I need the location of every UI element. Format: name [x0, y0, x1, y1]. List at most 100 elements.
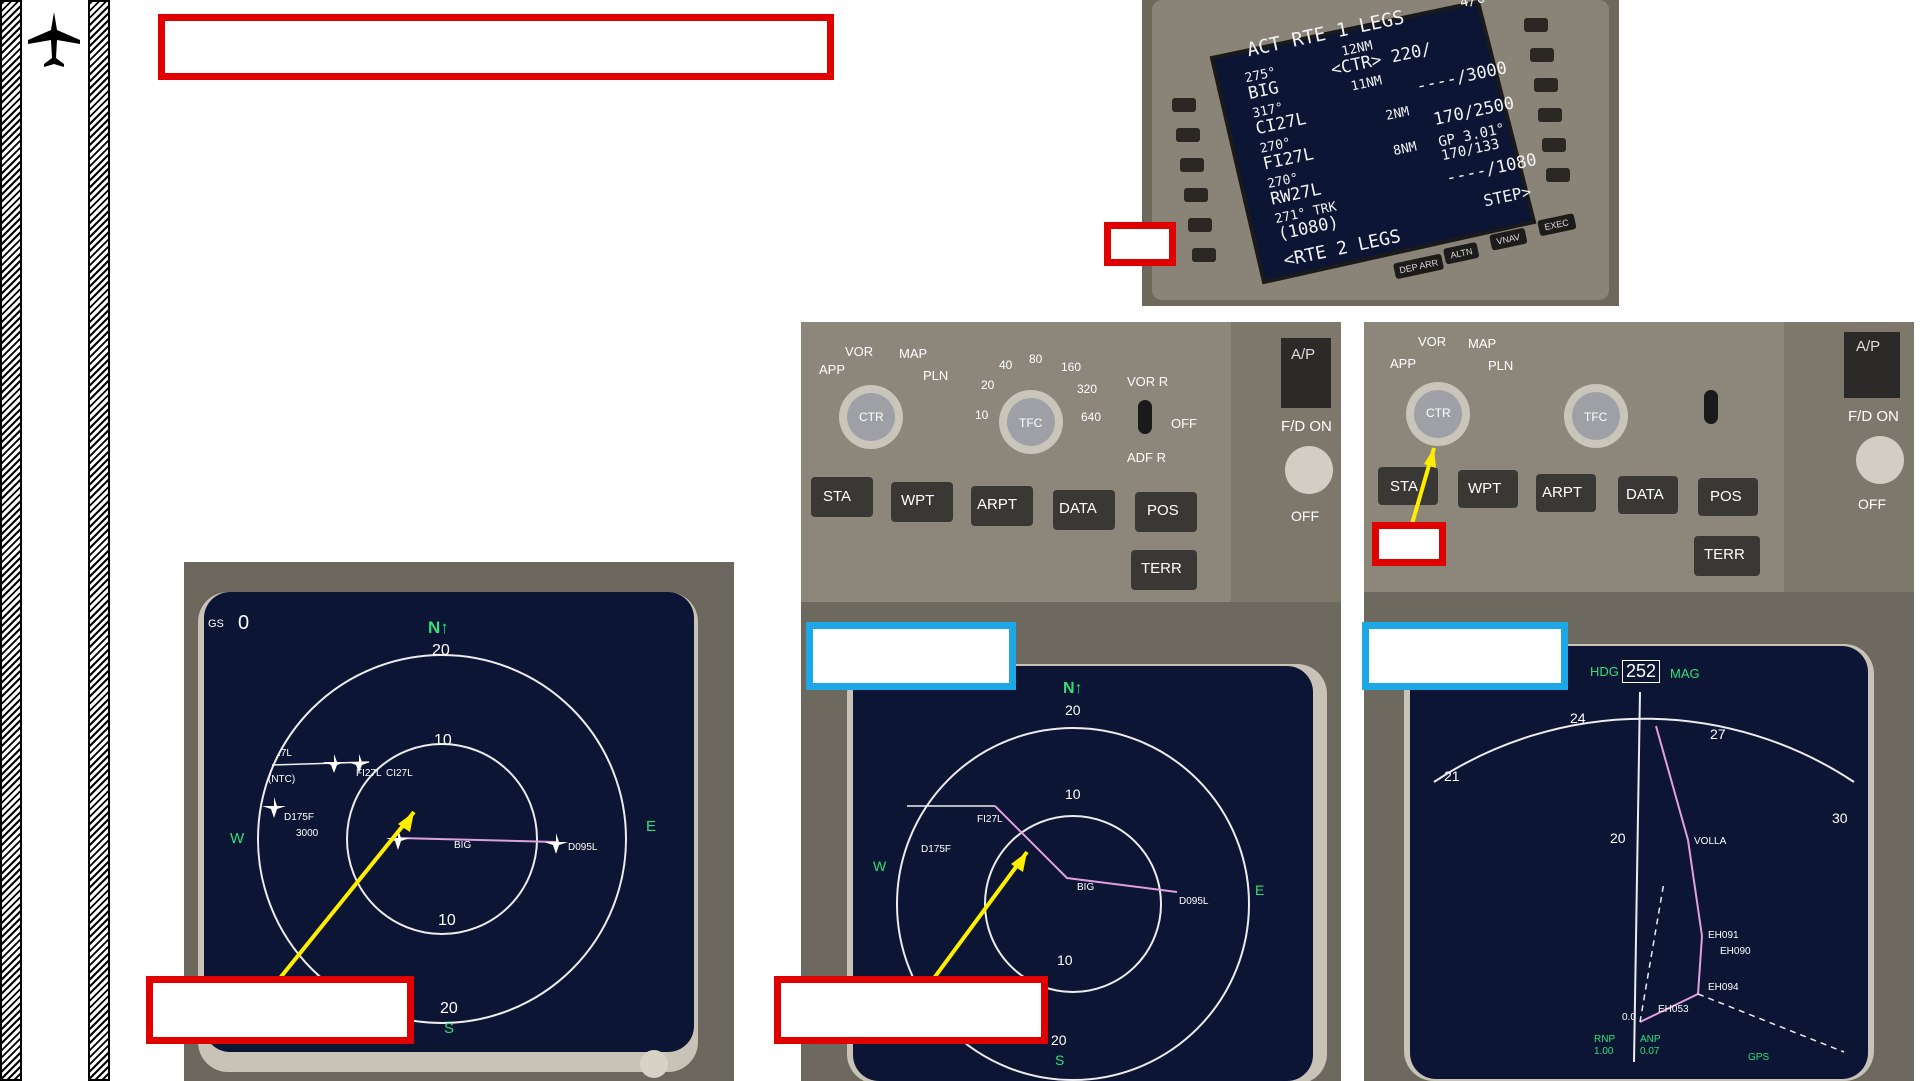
efis-range-10: 10	[975, 408, 989, 422]
nd-plan-wpt-alt: 3000	[296, 828, 319, 839]
efis-data-button[interactable]: DATA	[1059, 500, 1097, 517]
efis-ap-label: A/P	[1291, 346, 1316, 363]
cdu-leg-2-constraint: ----/3000	[1414, 58, 1509, 97]
nd-map-mag-label: MAG	[1670, 666, 1700, 681]
efis-arpt-button[interactable]: ARPT	[977, 496, 1017, 513]
cdu-leg-1-ident: BIG	[1246, 78, 1281, 104]
nd-plan2-east: E	[1255, 882, 1265, 898]
map-efis-mode-knob[interactable]: CTR	[1426, 406, 1451, 420]
efis-range-40: 40	[999, 358, 1013, 372]
nd-plan2-wpt-d175f: D175F	[921, 844, 952, 855]
efis-pos-button[interactable]: POS	[1147, 502, 1179, 519]
nd-plan2-west: W	[873, 858, 887, 874]
efis-map-photo: APP VOR MAP PLN CTR TFC STA WPT ARPT DAT…	[1364, 322, 1914, 1081]
nd-plan-wpt-d095l: D095L	[568, 842, 598, 853]
nd-map-tick-27: 27	[1710, 726, 1726, 742]
map-efis-arpt-button[interactable]: ARPT	[1542, 484, 1582, 501]
nd-plan2-south: S	[1055, 1052, 1065, 1068]
nd-map-anp-label: ANP	[1640, 1034, 1661, 1045]
efis-map-blue-callout	[1362, 622, 1568, 690]
nd-map-anp-value: 0.07	[1640, 1046, 1660, 1057]
nd-map-rnp-label: RNP	[1594, 1034, 1616, 1045]
nd-plan-west: W	[230, 830, 245, 847]
nd-plan-wpt-fi27l: FI27L	[356, 768, 382, 779]
map-efis-mode-vor: VOR	[1418, 334, 1447, 349]
map-efis-pos-button[interactable]: POS	[1710, 488, 1742, 505]
nd-map-range: 20	[1610, 830, 1626, 846]
nd-map-hdg-value: 252	[1622, 660, 1661, 683]
efis-plan-blue-callout	[806, 622, 1016, 690]
efis-range-knob[interactable]: TFC	[1019, 416, 1042, 430]
efis-mode-vor: VOR	[845, 344, 874, 359]
efis-range-20: 20	[981, 378, 995, 392]
efis-mode-map: MAP	[899, 346, 928, 361]
map-efis-range-knob[interactable]: TFC	[1584, 410, 1607, 424]
nd-map-wpt-eh090: EH090	[1720, 946, 1751, 957]
nd-plan-ring-top-20: 20	[432, 642, 450, 659]
cdu-key-vnav[interactable]: VNAV	[1489, 227, 1528, 251]
nd-map-gps-label: GPS	[1748, 1052, 1770, 1063]
efis-plan-red-callout	[774, 976, 1048, 1044]
cdu-leg-4-dist: 8NM	[1391, 139, 1419, 160]
efis-adf-r-label: ADF R	[1127, 450, 1166, 465]
map-efis-mode-pln: PLN	[1488, 358, 1514, 373]
airplane-icon	[26, 10, 82, 70]
map-efis-fd-off-label: OFF	[1858, 496, 1886, 512]
nd-map-tick-21: 21	[1444, 768, 1460, 784]
nd-plan2-ring-top-10: 10	[1065, 786, 1081, 802]
efis-fd-label: F/D ON	[1281, 418, 1332, 435]
nd-plan-ring-bottom-20: 20	[440, 1000, 458, 1017]
cdu-leg-2-dist: 11NM	[1349, 73, 1384, 95]
nd-plan-wpt-ci27l: CI27L	[386, 768, 413, 779]
efis-fd-off-label: OFF	[1291, 508, 1319, 524]
nd-map-dist: 0.0	[1622, 1012, 1636, 1023]
nd-plan-wpt-big: BIG	[454, 840, 472, 851]
efis-mode-knob[interactable]: CTR	[859, 410, 884, 424]
nd-map-tick-24: 24	[1570, 710, 1586, 726]
nd-plan2-ring-bottom-10: 10	[1057, 952, 1073, 968]
nd-plan-north: N↑	[428, 618, 449, 637]
nd-plan-ring-top-10: 10	[434, 732, 452, 749]
efis-plan-photo: APP VOR MAP PLN CTR 10 20 40 80 160 320 …	[801, 322, 1341, 1081]
title-callout	[158, 14, 834, 80]
nd-plan-east: E	[646, 818, 657, 835]
efis-range-640: 640	[1081, 410, 1102, 424]
nd-plan2-north: N↑	[1063, 680, 1083, 697]
map-efis-wpt-button[interactable]: WPT	[1468, 480, 1501, 497]
map-efis-mode-app: APP	[1390, 356, 1417, 371]
nd-plan2-wpt-big: BIG	[1077, 882, 1095, 893]
nd-map-tick-30: 30	[1832, 810, 1848, 826]
efis-map-red-callout	[1372, 522, 1446, 566]
efis-sta-button[interactable]: STA	[823, 488, 851, 505]
nd-plan2-ring-top-20: 20	[1065, 702, 1081, 718]
nd-plan2-ring-bottom-20: 20	[1051, 1032, 1067, 1048]
left-rail-stripe	[0, 0, 22, 1081]
map-efis-ap-label: A/P	[1856, 338, 1881, 355]
cdu-step-prompt[interactable]: STEP>	[1482, 182, 1533, 211]
efis-mode-pln: PLN	[923, 368, 949, 383]
map-efis-data-button[interactable]: DATA	[1626, 486, 1664, 503]
nd-map-hdg-label: HDG	[1590, 664, 1619, 679]
map-efis-fd-label: F/D ON	[1848, 408, 1899, 425]
cdu-key-dep-arr[interactable]: DEP ARR	[1392, 253, 1445, 280]
nd-plan-callout	[146, 976, 414, 1044]
right-rail-stripe	[88, 0, 110, 1081]
nd-plan-label-ntc: (NTC)	[268, 774, 296, 785]
efis-terr-button[interactable]: TERR	[1141, 560, 1182, 577]
nd-map-rnp-value: 1.00	[1594, 1046, 1614, 1057]
map-efis-mode-map: MAP	[1468, 336, 1497, 351]
nd-plan-gs-label: GS	[208, 618, 224, 630]
map-efis-sta-button[interactable]: STA	[1390, 478, 1418, 495]
efis-mode-app: APP	[819, 362, 846, 377]
nd-plan2-wpt-d095l: D095L	[1179, 896, 1209, 907]
nd-plan2-wpt-fi27l: FI27L	[977, 814, 1003, 825]
cdu-callout	[1104, 222, 1176, 266]
cdu-key-exec[interactable]: EXEC	[1537, 213, 1577, 237]
cdu-key-altn[interactable]: ALTN	[1442, 241, 1480, 265]
cdu-leg-3-dist: 2NM	[1384, 104, 1411, 124]
nd-plan-wpt-d175f: D175F	[284, 812, 315, 823]
efis-wpt-button[interactable]: WPT	[901, 492, 934, 509]
nd-plan-gs-value: 0	[238, 612, 250, 634]
nd-map-wpt-eh091: EH091	[1708, 930, 1739, 941]
map-efis-terr-button[interactable]: TERR	[1704, 546, 1745, 563]
